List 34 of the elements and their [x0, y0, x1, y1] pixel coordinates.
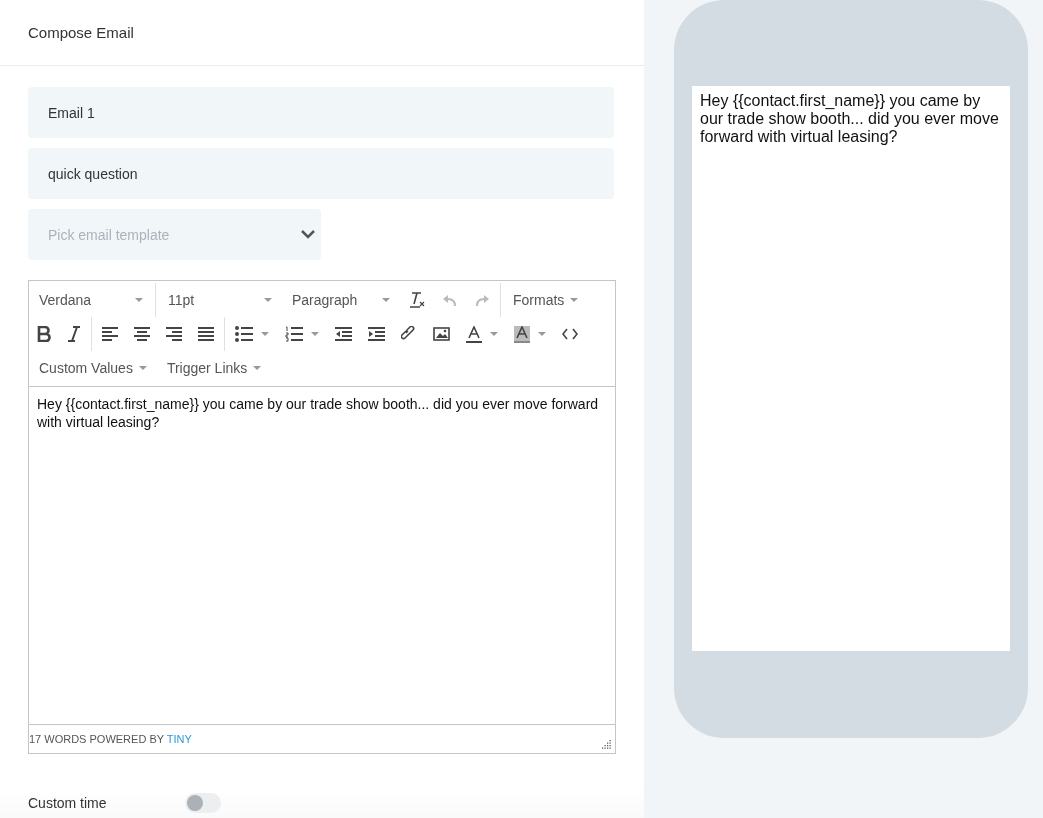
align-center-icon [134, 327, 150, 341]
align-right-icon [166, 327, 182, 341]
text-color-icon [466, 325, 482, 343]
custom-time-label: Custom time [28, 795, 107, 811]
italic-icon [67, 326, 81, 342]
font-dropdown[interactable]: Verdana [29, 286, 153, 314]
email-name-field[interactable]: Email 1 [28, 87, 614, 138]
resize-grip-icon[interactable] [602, 740, 612, 750]
insert-menu[interactable]: Custom Values [29, 354, 157, 382]
preview-text: Hey {{contact.first_name}} you came by our trade show booth... did you ever move forward with virtual leasing? [700, 92, 1000, 146]
formats-dropdown[interactable]: Formats [503, 286, 589, 314]
bullet-list-icon [235, 326, 253, 342]
justify-icon [198, 327, 214, 341]
block-format-dropdown[interactable]: Paragraph [282, 286, 400, 314]
image-icon [433, 327, 450, 341]
undo-icon [442, 292, 458, 308]
align-left-icon [102, 327, 118, 341]
font-size-dropdown[interactable]: 11pt [158, 286, 282, 314]
numbered-list-icon [285, 326, 303, 342]
email-body-text[interactable]: Hey {{contact.first_name}} you came by our trade show booth... did you ever move forward with virtual leasing? [37, 395, 607, 431]
highlight-color-icon [514, 325, 530, 343]
chevron-down-icon [301, 230, 315, 239]
link-icon [401, 326, 417, 342]
word-count-status: 17 WORDS POWERED BY TINY [29, 733, 192, 745]
code-icon [562, 328, 578, 340]
outdent-icon [335, 327, 352, 341]
subject-field[interactable]: quick question [28, 148, 614, 199]
custom-time-toggle[interactable] [184, 793, 221, 813]
clear-formatting-icon [408, 291, 426, 309]
page-title: Compose Email [28, 24, 134, 41]
redo-icon [474, 292, 490, 308]
indent-icon [368, 327, 385, 341]
insert-menu[interactable]: Trigger Links [156, 354, 272, 382]
bold-icon [37, 326, 51, 342]
